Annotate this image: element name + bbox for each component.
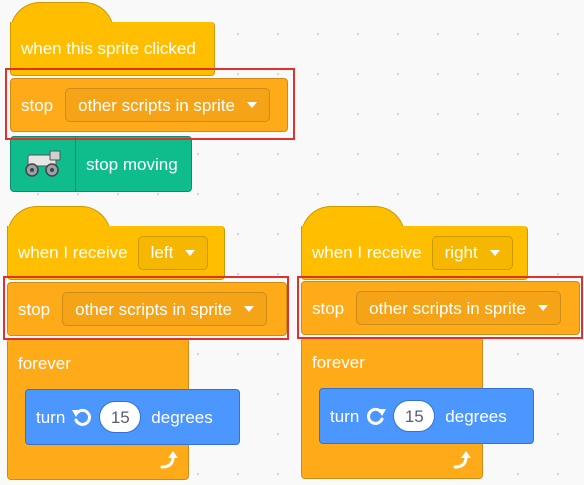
when-i-receive-block[interactable]: when I receive left <box>7 226 225 280</box>
message-dropdown[interactable]: left <box>137 235 209 270</box>
highlight-box <box>297 276 583 339</box>
turn-label: turn <box>330 406 360 426</box>
highlight-box <box>5 68 295 140</box>
rotate-left-icon <box>65 406 99 428</box>
stop-moving-block[interactable]: stop moving <box>10 136 192 192</box>
forever-label: forever <box>18 354 71 373</box>
turn-left-block[interactable]: turn 15 degrees <box>25 389 240 445</box>
turn-degrees-input[interactable]: 15 <box>393 400 436 432</box>
message-dropdown[interactable]: right <box>431 235 513 270</box>
degrees-label: degrees <box>445 406 507 426</box>
turn-label: turn <box>36 407 66 427</box>
rotate-right-icon <box>359 405 393 427</box>
hat-label: when I receive <box>312 243 422 262</box>
when-i-receive-block[interactable]: when I receive right <box>301 226 528 280</box>
dropdown-arrow-icon <box>185 249 196 256</box>
turn-right-block[interactable]: turn 15 degrees <box>319 388 534 444</box>
hat-label: when I receive <box>18 243 128 262</box>
stop-moving-label: stop moving <box>86 154 178 174</box>
message-value: right <box>444 243 478 262</box>
hat-label: when this sprite clicked <box>21 39 196 58</box>
message-value: left <box>150 243 174 262</box>
degrees-label: degrees <box>151 407 213 427</box>
forever-label: forever <box>312 353 365 372</box>
highlight-box <box>3 276 289 340</box>
loop-arrow-icon <box>449 448 473 472</box>
robot-car-icon <box>11 137 76 191</box>
turn-degrees-input[interactable]: 15 <box>99 401 142 433</box>
dropdown-arrow-icon <box>489 249 500 256</box>
loop-arrow-icon <box>156 448 180 472</box>
